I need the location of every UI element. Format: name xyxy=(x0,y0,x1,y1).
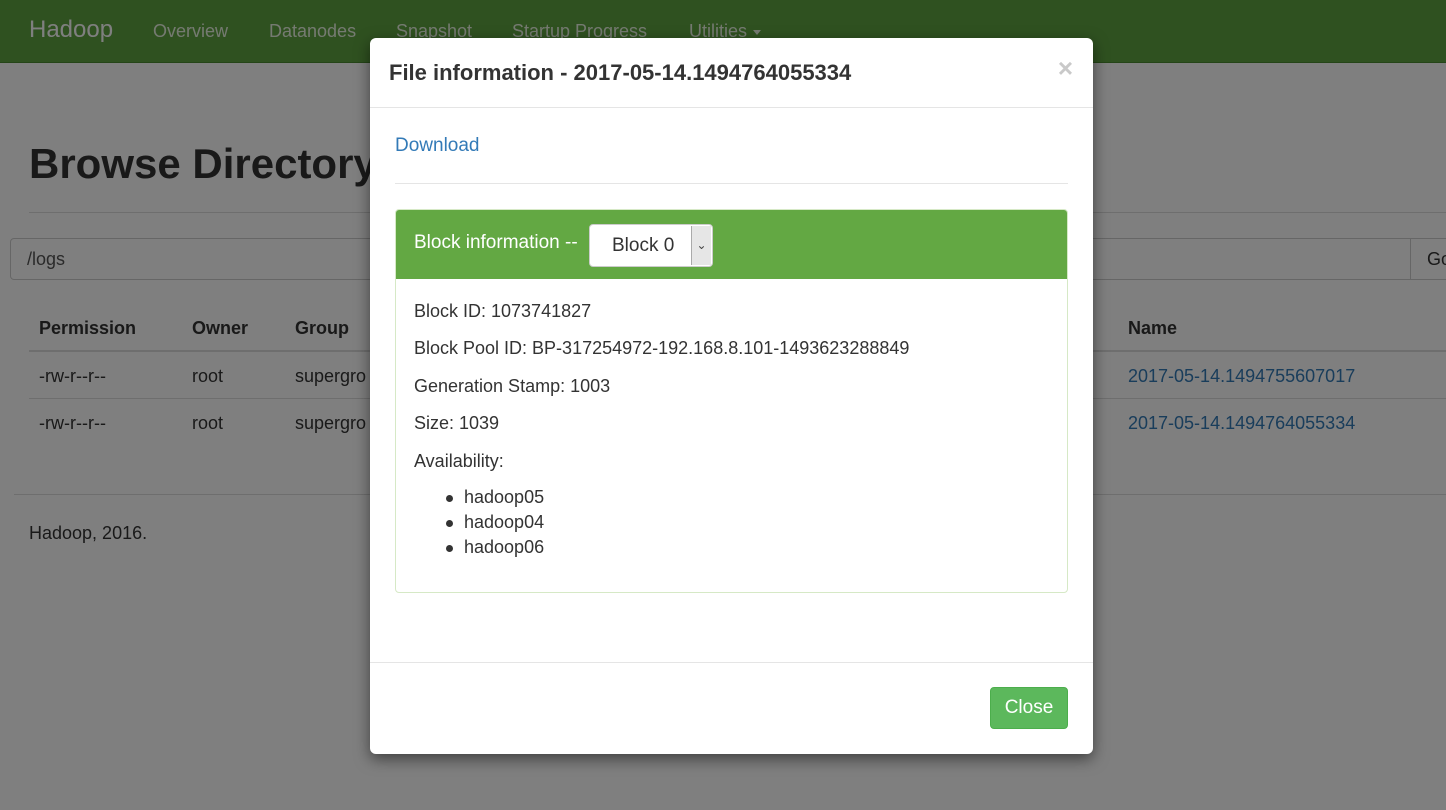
close-icon[interactable]: × xyxy=(1058,55,1073,81)
file-information-modal: File information - 2017-05-14.1494764055… xyxy=(370,38,1093,754)
block-size: Size: 1039 xyxy=(414,413,500,433)
block-select[interactable]: Block 0 ⌄ xyxy=(589,224,713,267)
block-pool-id: Block Pool ID: BP-317254972-192.168.8.10… xyxy=(414,338,910,358)
list-item: hadoop06 xyxy=(446,535,544,560)
block-select-value: Block 0 xyxy=(612,235,675,256)
block-information-panel: Block information -- Block 0 ⌄ Block ID:… xyxy=(395,209,1068,593)
block-id: Block ID: 1073741827 xyxy=(414,301,592,321)
divider xyxy=(395,183,1068,184)
modal-footer-divider xyxy=(370,662,1093,663)
download-link[interactable]: Download xyxy=(395,135,480,157)
block-information-label: Block information -- xyxy=(414,232,578,253)
chevron-down-icon[interactable]: ⌄ xyxy=(691,226,711,265)
modal-header: File information - 2017-05-14.1494764055… xyxy=(370,38,1093,108)
availability-list: hadoop05 hadoop04 hadoop06 xyxy=(446,485,544,560)
availability-label: Availability: xyxy=(414,451,504,471)
panel-heading: Block information -- Block 0 ⌄ xyxy=(396,210,1067,279)
list-item: hadoop05 xyxy=(446,485,544,510)
modal-title: File information - 2017-05-14.1494764055… xyxy=(389,60,852,85)
list-item: hadoop04 xyxy=(446,510,544,535)
close-button[interactable]: Close xyxy=(990,687,1068,729)
generation-stamp: Generation Stamp: 1003 xyxy=(414,376,611,396)
